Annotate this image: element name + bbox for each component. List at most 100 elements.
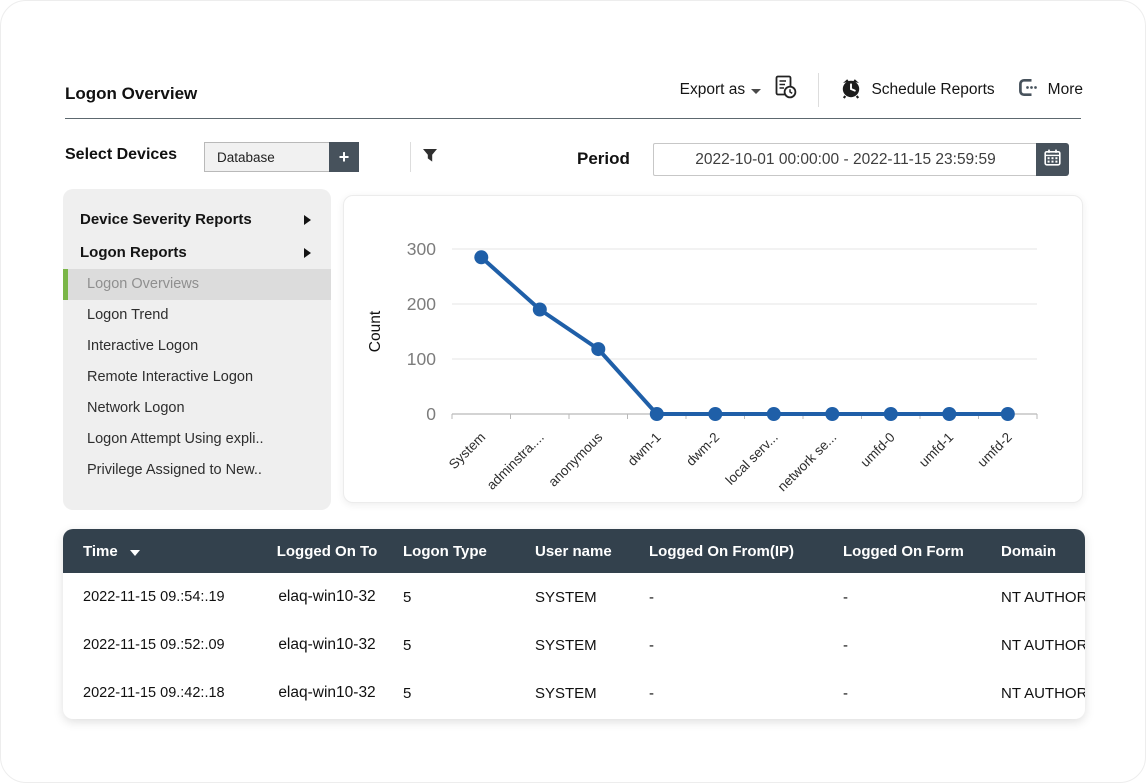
calendar-button[interactable] <box>1036 143 1069 176</box>
period-label: Period <box>577 149 630 168</box>
caret-down-icon <box>751 89 762 94</box>
column-header-logged-on-to[interactable]: Logged On To <box>261 529 393 573</box>
column-label: Logged On To <box>276 542 378 560</box>
logon-events-table: Time Logged On To Logon Type User name Logge… <box>63 529 1085 717</box>
cell-logged-on-to: elaq-win10-32 <box>278 588 376 605</box>
cell-logged-on-form: - <box>843 636 848 654</box>
header-divider <box>65 118 1081 119</box>
sidebar-group-label: Device Severity Reports <box>80 211 252 228</box>
cell-logged-on-to: elaq-win10-32 <box>278 684 376 701</box>
device-select-value[interactable]: Database <box>204 142 329 172</box>
column-header-logon-type[interactable]: Logon Type <box>393 529 525 573</box>
sidebar-item-logon-trend[interactable]: Logon Trend <box>63 300 331 331</box>
cell-logged-on-from-ip: - <box>649 684 654 702</box>
cell-user-name: SYSTEM <box>535 588 597 606</box>
export-as-button[interactable]: Export as <box>680 81 762 99</box>
device-select[interactable]: Database + <box>204 142 359 172</box>
sidebar-item-network-logon[interactable]: Network Logon <box>63 393 331 424</box>
column-header-time[interactable]: Time <box>63 529 261 573</box>
cell-user-name: SYSTEM <box>535 636 597 654</box>
funnel-filter-icon <box>422 149 438 167</box>
report-history-button[interactable] <box>773 74 798 106</box>
cell-domain: NT AUTHORITY <box>1001 636 1085 654</box>
table-row[interactable]: 2022-11-15 09.:42:.18 elaq-win10-32 5 SYSTE… <box>63 669 1085 717</box>
more-button[interactable]: More <box>1017 77 1083 103</box>
frame-dots-icon <box>1017 77 1039 103</box>
sidebar-item-logon-overviews[interactable]: Logon Overviews <box>63 269 331 300</box>
svg-text:300: 300 <box>407 239 436 259</box>
cell-logon-type: 5 <box>403 636 412 654</box>
select-devices-label: Select Devices <box>65 146 178 163</box>
svg-text:adminstra....: adminstra.... <box>484 430 547 493</box>
cell-logged-on-from-ip: - <box>649 588 654 606</box>
sort-descending-icon[interactable] <box>129 549 140 556</box>
svg-text:Count: Count <box>367 310 384 352</box>
table-header-row: Time Logged On To Logon Type User name Logge… <box>63 529 1085 573</box>
export-as-label: Export as <box>679 81 746 98</box>
svg-text:dwm-1: dwm-1 <box>625 430 664 469</box>
filter-button[interactable] <box>422 148 438 168</box>
cell-domain: NT AUTHORITY <box>1001 684 1085 702</box>
svg-text:umfd-2: umfd-2 <box>975 430 1015 470</box>
sidebar-item-logon-attempt-using-expli[interactable]: Logon Attempt Using expli.. <box>63 424 331 455</box>
schedule-reports-button[interactable]: Schedule Reports <box>839 76 995 105</box>
column-label: Domain <box>1001 542 1057 560</box>
reports-sidebar: Device Severity Reports Logon Reports Logo… <box>63 189 331 510</box>
cell-logged-on-to: elaq-win10-32 <box>278 636 376 653</box>
svg-text:umfd-1: umfd-1 <box>916 430 956 470</box>
cell-logged-on-form: - <box>843 588 848 606</box>
column-label: Time <box>83 542 118 560</box>
svg-text:100: 100 <box>407 349 436 369</box>
table-row[interactable]: 2022-11-15 09.:54:.19 elaq-win10-32 5 SYSTE… <box>63 573 1085 621</box>
calendar-icon <box>1043 148 1062 172</box>
alarm-clock-icon <box>839 76 863 105</box>
controls-divider <box>410 142 411 172</box>
triangle-right-icon <box>304 214 311 225</box>
cell-time: 2022-11-15 09.:52:.09 <box>83 637 225 653</box>
column-header-logged-on-form[interactable]: Logged On Form <box>833 529 991 573</box>
logon-count-line-chart[interactable]: 0 100 200 300 Systemadminstra....anonymous dw… <box>344 196 1084 504</box>
table-row[interactable]: 2022-11-15 09.:52:.09 elaq-win10-32 5 SYSTE… <box>63 621 1085 669</box>
sidebar-group-label: Logon Reports <box>80 244 187 261</box>
logon-overview-chart-panel: 0 100 200 300 System adminstra.... anonymous dw… <box>343 195 1083 503</box>
sidebar-group-logon-reports[interactable]: Logon Reports <box>63 236 331 269</box>
cell-time: 2022-11-15 09.:42:.18 <box>83 685 225 701</box>
table-body: 2022-11-15 09.:54:.19 elaq-win10-32 5 SYSTE… <box>63 573 1085 717</box>
triangle-right-icon <box>304 247 311 258</box>
cell-logon-type: 5 <box>403 684 412 702</box>
column-label: Logged On From(IP) <box>649 542 794 560</box>
cell-time: 2022-11-15 09.:54:.19 <box>83 589 225 605</box>
cell-logged-on-form: - <box>843 684 848 702</box>
svg-text:local serv...: local serv... <box>723 430 781 488</box>
svg-text:anonymous: anonymous <box>545 429 605 489</box>
toolbar: Export as Schedule Reports More <box>680 73 1083 107</box>
svg-text:0: 0 <box>426 404 436 424</box>
schedule-reports-label: Schedule Reports <box>871 81 995 98</box>
svg-text:umfd-0: umfd-0 <box>858 430 898 470</box>
column-header-user-name[interactable]: User name <box>525 529 639 573</box>
column-header-logged-on-from-ip[interactable]: Logged On From(IP) <box>639 529 833 573</box>
column-header-domain[interactable]: Domain <box>991 529 1085 573</box>
column-label: Logon Type <box>403 542 487 560</box>
svg-text:network se...: network se... <box>775 430 840 495</box>
cell-logon-type: 5 <box>403 588 412 606</box>
svg-text:200: 200 <box>407 294 436 314</box>
cell-logged-on-from-ip: - <box>649 636 654 654</box>
svg-text:dwm-2: dwm-2 <box>683 430 722 469</box>
sidebar-group-device-severity-reports[interactable]: Device Severity Reports <box>63 203 331 236</box>
sidebar-item-interactive-logon[interactable]: Interactive Logon <box>63 331 331 362</box>
column-label: Logged On Form <box>843 542 964 560</box>
column-label: User name <box>535 542 612 560</box>
period-input[interactable] <box>653 143 1037 176</box>
more-label: More <box>1047 81 1083 98</box>
logon-events-table-card: Time Logged On To Logon Type User name Logge… <box>63 529 1085 719</box>
page-title: Logon Overview <box>65 84 198 103</box>
sidebar-item-remote-interactive-logon[interactable]: Remote Interactive Logon <box>63 362 331 393</box>
svg-text:System: System <box>446 430 488 472</box>
add-device-button[interactable]: + <box>329 142 359 172</box>
sidebar-list: Device Severity Reports Logon Reports Logo… <box>63 203 331 486</box>
report-window: Logon Overview Export as Schedule Report… <box>0 0 1146 783</box>
sidebar-item-privilege-assigned-to-new[interactable]: Privilege Assigned to New.. <box>63 455 331 486</box>
cell-domain: NT AUTHORITY <box>1001 588 1085 606</box>
toolbar-divider <box>818 73 820 107</box>
